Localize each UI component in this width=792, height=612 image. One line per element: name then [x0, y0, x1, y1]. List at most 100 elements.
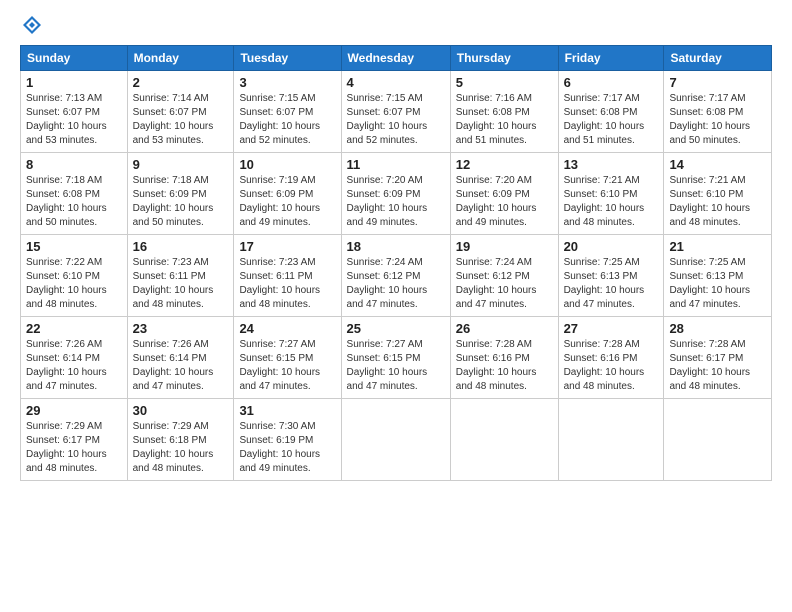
day-info: Sunrise: 7:17 AM Sunset: 6:08 PM Dayligh… — [564, 92, 659, 148]
weekday-header-tuesday: Tuesday — [234, 46, 341, 71]
day-info: Sunrise: 7:24 AM Sunset: 6:12 PM Dayligh… — [347, 256, 445, 312]
day-number: 1 — [26, 75, 122, 90]
calendar-cell: 19 Sunrise: 7:24 AM Sunset: 6:12 PM Dayli… — [450, 235, 558, 317]
day-info: Sunrise: 7:29 AM Sunset: 6:17 PM Dayligh… — [26, 420, 122, 476]
day-info: Sunrise: 7:15 AM Sunset: 6:07 PM Dayligh… — [239, 92, 335, 148]
day-number: 27 — [564, 321, 659, 336]
calendar-cell: 8Sunrise: 7:18 AM Sunset: 6:08 PM Daylig… — [21, 153, 128, 235]
calendar-cell: 2 Sunrise: 7:14 AM Sunset: 6:07 PM Daylig… — [127, 71, 234, 153]
calendar-cell: 23 Sunrise: 7:26 AM Sunset: 6:14 PM Dayli… — [127, 317, 234, 399]
logo-icon — [22, 15, 42, 35]
day-number: 21 — [669, 239, 766, 254]
day-number: 13 — [564, 157, 659, 172]
day-info: Sunrise: 7:29 AM Sunset: 6:18 PM Dayligh… — [133, 420, 229, 476]
day-number: 7 — [669, 75, 766, 90]
day-number: 5 — [456, 75, 553, 90]
calendar-cell: 1 Sunrise: 7:13 AM Sunset: 6:07 PM Daylig… — [21, 71, 128, 153]
weekday-header-row: SundayMondayTuesdayWednesdayThursdayFrid… — [21, 46, 772, 71]
weekday-header-friday: Friday — [558, 46, 664, 71]
day-number: 18 — [347, 239, 445, 254]
calendar-cell: 4Sunrise: 7:15 AM Sunset: 6:07 PM Daylig… — [341, 71, 450, 153]
day-info: Sunrise: 7:14 AM Sunset: 6:07 PM Dayligh… — [133, 92, 229, 148]
day-number: 31 — [239, 403, 335, 418]
calendar-cell: 17Sunrise: 7:23 AM Sunset: 6:11 PM Dayli… — [234, 235, 341, 317]
day-info: Sunrise: 7:19 AM Sunset: 6:09 PM Dayligh… — [239, 174, 335, 230]
day-info: Sunrise: 7:26 AM Sunset: 6:14 PM Dayligh… — [26, 338, 122, 394]
calendar-cell: 20 Sunrise: 7:25 AM Sunset: 6:13 PM Dayli… — [558, 235, 664, 317]
calendar-body: 1 Sunrise: 7:13 AM Sunset: 6:07 PM Daylig… — [21, 71, 772, 481]
calendar-cell — [664, 399, 772, 481]
day-number: 16 — [133, 239, 229, 254]
day-number: 24 — [239, 321, 335, 336]
day-info: Sunrise: 7:22 AM Sunset: 6:10 PM Dayligh… — [26, 256, 122, 312]
day-info: Sunrise: 7:27 AM Sunset: 6:15 PM Dayligh… — [347, 338, 445, 394]
day-info: Sunrise: 7:21 AM Sunset: 6:10 PM Dayligh… — [669, 174, 766, 230]
day-info: Sunrise: 7:28 AM Sunset: 6:16 PM Dayligh… — [456, 338, 553, 394]
day-info: Sunrise: 7:16 AM Sunset: 6:08 PM Dayligh… — [456, 92, 553, 148]
calendar-cell: 5 Sunrise: 7:16 AM Sunset: 6:08 PM Daylig… — [450, 71, 558, 153]
calendar-cell: 16 Sunrise: 7:23 AM Sunset: 6:11 PM Dayli… — [127, 235, 234, 317]
logo — [20, 15, 48, 35]
day-info: Sunrise: 7:26 AM Sunset: 6:14 PM Dayligh… — [133, 338, 229, 394]
calendar-cell: 31 Sunrise: 7:30 AM Sunset: 6:19 PM Dayli… — [234, 399, 341, 481]
day-info: Sunrise: 7:18 AM Sunset: 6:09 PM Dayligh… — [133, 174, 229, 230]
calendar-cell: 15Sunrise: 7:22 AM Sunset: 6:10 PM Dayli… — [21, 235, 128, 317]
page: SundayMondayTuesdayWednesdayThursdayFrid… — [0, 0, 792, 491]
calendar-cell: 11Sunrise: 7:20 AM Sunset: 6:09 PM Dayli… — [341, 153, 450, 235]
calendar-cell: 12 Sunrise: 7:20 AM Sunset: 6:09 PM Dayli… — [450, 153, 558, 235]
calendar-cell: 29 Sunrise: 7:29 AM Sunset: 6:17 PM Dayli… — [21, 399, 128, 481]
calendar-cell — [341, 399, 450, 481]
calendar-cell: 28Sunrise: 7:28 AM Sunset: 6:17 PM Dayli… — [664, 317, 772, 399]
calendar-cell: 24 Sunrise: 7:27 AM Sunset: 6:15 PM Dayli… — [234, 317, 341, 399]
day-info: Sunrise: 7:28 AM Sunset: 6:17 PM Dayligh… — [669, 338, 766, 394]
day-number: 2 — [133, 75, 229, 90]
day-number: 14 — [669, 157, 766, 172]
day-info: Sunrise: 7:28 AM Sunset: 6:16 PM Dayligh… — [564, 338, 659, 394]
calendar-week-3: 15Sunrise: 7:22 AM Sunset: 6:10 PM Dayli… — [21, 235, 772, 317]
calendar-cell: 21 Sunrise: 7:25 AM Sunset: 6:13 PM Dayli… — [664, 235, 772, 317]
day-info: Sunrise: 7:25 AM Sunset: 6:13 PM Dayligh… — [564, 256, 659, 312]
day-number: 20 — [564, 239, 659, 254]
day-number: 29 — [26, 403, 122, 418]
day-number: 25 — [347, 321, 445, 336]
day-number: 23 — [133, 321, 229, 336]
calendar-week-4: 22 Sunrise: 7:26 AM Sunset: 6:14 PM Dayli… — [21, 317, 772, 399]
day-number: 12 — [456, 157, 553, 172]
calendar-cell: 3Sunrise: 7:15 AM Sunset: 6:07 PM Daylig… — [234, 71, 341, 153]
calendar-week-2: 8Sunrise: 7:18 AM Sunset: 6:08 PM Daylig… — [21, 153, 772, 235]
calendar-cell: 25 Sunrise: 7:27 AM Sunset: 6:15 PM Dayli… — [341, 317, 450, 399]
day-info: Sunrise: 7:21 AM Sunset: 6:10 PM Dayligh… — [564, 174, 659, 230]
day-info: Sunrise: 7:27 AM Sunset: 6:15 PM Dayligh… — [239, 338, 335, 394]
day-info: Sunrise: 7:30 AM Sunset: 6:19 PM Dayligh… — [239, 420, 335, 476]
calendar-cell: 27 Sunrise: 7:28 AM Sunset: 6:16 PM Dayli… — [558, 317, 664, 399]
weekday-header-wednesday: Wednesday — [341, 46, 450, 71]
calendar-cell: 22 Sunrise: 7:26 AM Sunset: 6:14 PM Dayli… — [21, 317, 128, 399]
day-number: 9 — [133, 157, 229, 172]
calendar-week-1: 1 Sunrise: 7:13 AM Sunset: 6:07 PM Daylig… — [21, 71, 772, 153]
weekday-header-thursday: Thursday — [450, 46, 558, 71]
day-number: 8 — [26, 157, 122, 172]
day-number: 19 — [456, 239, 553, 254]
day-info: Sunrise: 7:20 AM Sunset: 6:09 PM Dayligh… — [456, 174, 553, 230]
calendar-table: SundayMondayTuesdayWednesdayThursdayFrid… — [20, 45, 772, 481]
day-number: 4 — [347, 75, 445, 90]
day-info: Sunrise: 7:23 AM Sunset: 6:11 PM Dayligh… — [239, 256, 335, 312]
calendar-cell: 9 Sunrise: 7:18 AM Sunset: 6:09 PM Daylig… — [127, 153, 234, 235]
day-info: Sunrise: 7:25 AM Sunset: 6:13 PM Dayligh… — [669, 256, 766, 312]
day-number: 22 — [26, 321, 122, 336]
day-number: 6 — [564, 75, 659, 90]
calendar-cell: 30 Sunrise: 7:29 AM Sunset: 6:18 PM Dayli… — [127, 399, 234, 481]
day-info: Sunrise: 7:24 AM Sunset: 6:12 PM Dayligh… — [456, 256, 553, 312]
day-number: 30 — [133, 403, 229, 418]
calendar-cell — [558, 399, 664, 481]
calendar-cell: 6 Sunrise: 7:17 AM Sunset: 6:08 PM Daylig… — [558, 71, 664, 153]
calendar-cell: 10 Sunrise: 7:19 AM Sunset: 6:09 PM Dayli… — [234, 153, 341, 235]
day-info: Sunrise: 7:13 AM Sunset: 6:07 PM Dayligh… — [26, 92, 122, 148]
day-info: Sunrise: 7:20 AM Sunset: 6:09 PM Dayligh… — [347, 174, 445, 230]
weekday-header-saturday: Saturday — [664, 46, 772, 71]
day-number: 10 — [239, 157, 335, 172]
calendar-cell: 14 Sunrise: 7:21 AM Sunset: 6:10 PM Dayli… — [664, 153, 772, 235]
header — [20, 15, 772, 35]
day-number: 26 — [456, 321, 553, 336]
day-info: Sunrise: 7:23 AM Sunset: 6:11 PM Dayligh… — [133, 256, 229, 312]
